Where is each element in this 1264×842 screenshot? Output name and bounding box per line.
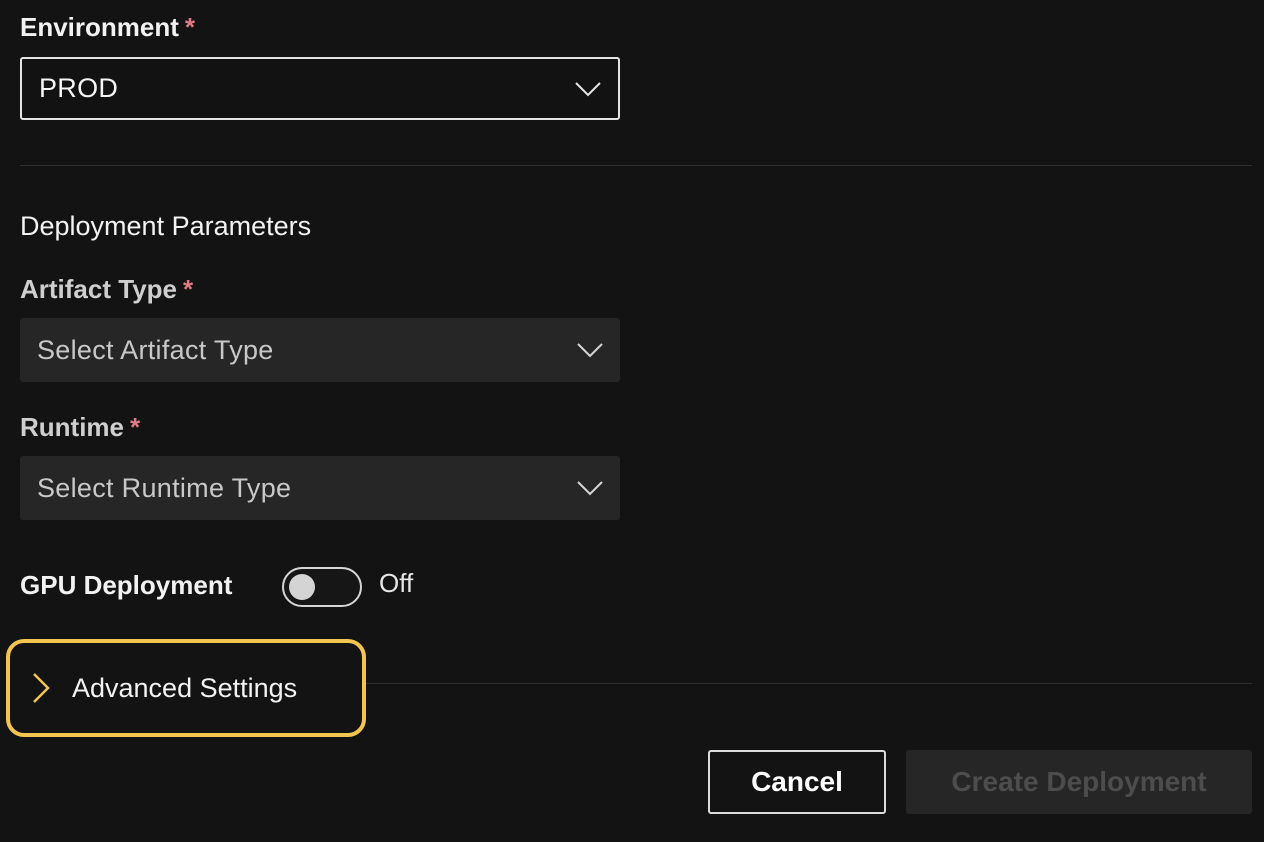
required-asterisk: * [184,12,196,42]
environment-select[interactable]: PROD [20,57,620,120]
chevron-down-icon [577,481,603,496]
runtime-label: Runtime * [20,412,141,442]
artifact-type-label: Artifact Type * [20,274,194,304]
chevron-right-icon [33,673,50,703]
chevron-down-icon [577,343,603,358]
gpu-deployment-toggle[interactable] [282,567,362,607]
toggle-knob [289,574,315,600]
gpu-deployment-label: GPU Deployment [20,570,233,600]
gpu-deployment-state: Off [379,568,414,598]
required-asterisk: * [130,412,141,442]
cancel-button[interactable]: Cancel [708,750,886,814]
create-deployment-button[interactable]: Create Deployment [906,750,1252,814]
environment-value: PROD [39,73,119,103]
artifact-type-placeholder: Select Artifact Type [37,334,274,365]
runtime-placeholder: Select Runtime Type [37,472,292,503]
advanced-settings-label: Advanced Settings [72,672,298,703]
environment-label: Environment * [20,12,196,42]
required-asterisk: * [183,274,194,304]
advanced-settings-toggle[interactable]: Advanced Settings [6,639,366,737]
artifact-type-select[interactable]: Select Artifact Type [20,318,620,382]
runtime-select[interactable]: Select Runtime Type [20,456,620,520]
section-title-deployment-parameters: Deployment Parameters [20,211,312,241]
section-divider [20,165,1252,166]
chevron-down-icon [575,81,601,96]
